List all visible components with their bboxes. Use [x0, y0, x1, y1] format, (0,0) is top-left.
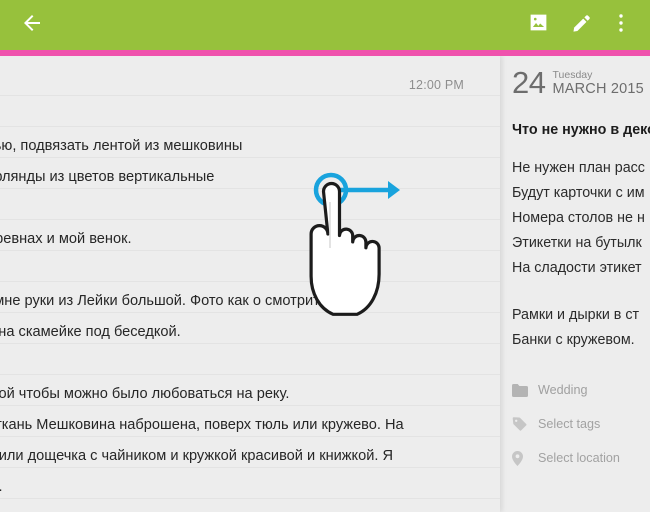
note-date: 24 Tuesday MARCH 2015 — [512, 67, 650, 99]
note-body-line: Номера столов не н — [512, 210, 645, 226]
note-location-label: Select location — [538, 451, 620, 465]
note-body-line: Банки с кружевом. — [512, 332, 635, 348]
note-meta-list: Wedding Select tags Select location — [512, 377, 650, 471]
current-note-pane[interactable]: 12:00 PM и тканью, подвязать лентой из м… — [0, 56, 500, 512]
insert-image-button[interactable] — [516, 3, 560, 47]
image-icon — [528, 12, 549, 38]
date-text-block: Tuesday MARCH 2015 — [552, 67, 643, 97]
note-detail-screen: 24 Tuesday MARCH 2015 Что не нужно в дек… — [0, 0, 650, 512]
note-body-line: Не нужен план расс — [512, 160, 645, 176]
note-body-line: На сладости этикет — [512, 260, 642, 276]
note-line-gap — [0, 255, 496, 286]
note-notebook-label: Wedding — [538, 383, 588, 397]
note-notebook-row[interactable]: Wedding — [512, 377, 650, 403]
note-line: ью чай. — [0, 472, 496, 503]
note-body: Не нужен план расс Будут карточки с им Н… — [512, 156, 650, 353]
note-line-gap — [0, 348, 496, 379]
note-line: а реку на скамейке под беседкой. — [0, 324, 181, 340]
next-note-pane[interactable]: 24 Tuesday MARCH 2015 Что не нужно в дек… — [500, 56, 650, 512]
note-timestamp: 12:00 PM — [408, 78, 464, 92]
date-month-year: MARCH 2015 — [552, 81, 644, 97]
note-line: ивает мне руки из Лейки большой. Фото ка… — [0, 293, 332, 309]
note-line: янный или дощечка с чайником и кружкой к… — [0, 448, 394, 464]
back-button[interactable] — [0, 11, 64, 40]
note-body-gap — [512, 281, 650, 303]
overflow-menu-icon — [618, 12, 624, 39]
tag-icon — [512, 416, 530, 432]
pencil-icon — [571, 12, 593, 39]
edit-note-button[interactable] — [560, 3, 604, 47]
location-pin-icon — [512, 450, 530, 466]
note-line-gap — [0, 503, 496, 512]
note-body-line: Этикетки на бутылк — [512, 235, 642, 251]
note-line: ы на бревнах и мой венок. — [0, 231, 132, 247]
current-note-body: и тканью, подвязать лентой из мешковины … — [0, 131, 500, 512]
folder-icon — [512, 382, 530, 398]
back-arrow-icon — [20, 11, 44, 40]
note-line-gap — [0, 193, 496, 224]
note-line: или гирлянды из цветов вертикальные — [0, 169, 215, 185]
note-line: и тканью, подвязать лентой из мешковины — [0, 138, 243, 154]
note-body-line: Будут карточки с им — [512, 185, 645, 201]
note-line: торой ткань Мешковина наброшена, поверх … — [0, 417, 404, 433]
note-tags-row[interactable]: Select tags — [512, 411, 650, 437]
note-tags-label: Select tags — [538, 417, 601, 431]
date-day: 24 — [512, 65, 546, 100]
app-bar-actions — [516, 3, 650, 47]
note-title: Что не нужно в деко — [512, 122, 650, 138]
date-weekday: Tuesday — [552, 69, 593, 81]
overflow-menu-button[interactable] — [604, 3, 638, 47]
note-location-row[interactable]: Select location — [512, 445, 650, 471]
accent-strip — [0, 50, 650, 56]
note-line: беседкой чтобы можно было любоваться на … — [0, 386, 290, 402]
note-body-line: Рамки и дырки в ст — [512, 307, 640, 323]
app-bar — [0, 0, 650, 50]
